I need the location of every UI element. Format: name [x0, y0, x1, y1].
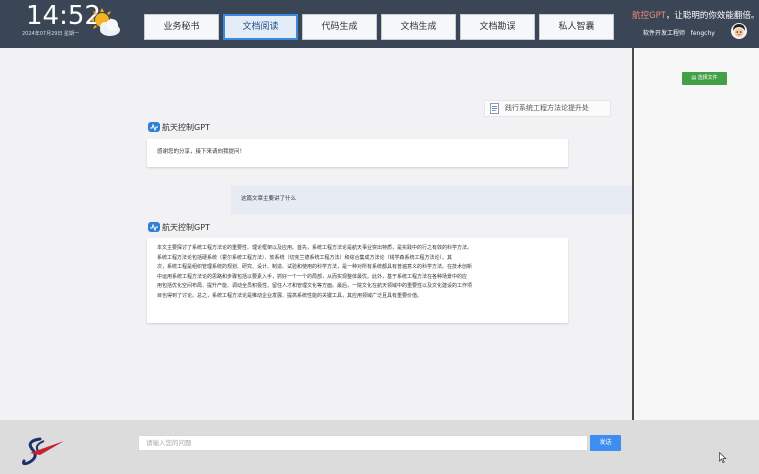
select-file-button[interactable]: ▤ 选择文件 [682, 72, 727, 85]
brand-slogan: 航控GPT，让聪明的你效能翻倍。 [632, 9, 759, 21]
tab-document-reading[interactable]: 文档阅读 [223, 14, 298, 40]
question-input[interactable]: 请输入您的问题 [138, 435, 588, 451]
user-message: 这篇文章主要讲了什么 [231, 186, 632, 214]
assistant-name: 航天控制GPT [148, 222, 210, 233]
assistant-name: 航天控制GPT [148, 122, 210, 133]
message-line: 目也得到了讨论。总之，系统工程方法论是推动企业发展、提高系统性能的关键工具，其应… [157, 292, 423, 299]
message-text: 感谢您的分享，接下来请向我提问！ [157, 149, 246, 155]
file-panel [634, 48, 759, 420]
select-file-label: 选择文件 [697, 75, 718, 81]
brand-name: 航控GPT [632, 11, 666, 21]
message-line: 本文主要探讨了系统工程方法论的重要性、理论框架以及应用。首先，系统工程方法论是航… [157, 245, 473, 251]
user-info: 软件开发工程师 fengchy [643, 28, 715, 37]
message-line: 次，系统工程是组织管理系统的规划、研究、设计、制造、试验和使用的科学方法，是一种… [157, 264, 473, 271]
company-logo-icon [22, 437, 64, 466]
message-line: 系统工程方法论包括硬系统（霍尔系统工程方法）、软系统（切克兰德系统工程方法）和综… [157, 254, 453, 261]
send-button[interactable]: 发送 [590, 435, 621, 451]
assistant-message: 感谢您的分享，接下来请向我提问！ [147, 139, 568, 167]
clock-date: 2024年07月29日 星期一 [22, 31, 80, 37]
assistant-logo-icon [148, 122, 160, 132]
message-text: 这篇文章主要讲了什么 [241, 196, 297, 202]
tab-document-generation[interactable]: 文档生成 [381, 14, 456, 40]
mouse-pointer-icon [719, 452, 727, 463]
weather-sun-cloud-icon [90, 8, 120, 36]
tab-document-proofreading[interactable]: 文档勘误 [460, 14, 535, 40]
file-reference-name: 践行系统工程方法论提升处 [505, 104, 589, 112]
user-name: fengchy [690, 30, 715, 37]
message-line: 用包括优化空间布局、提升产能、调动全员积极性、留住人才和管理文化等方面。最后，一… [157, 283, 473, 290]
avatar-icon[interactable] [731, 23, 747, 39]
brand-slogan-text: ，让聪明的你效能翻倍。 [665, 11, 759, 21]
tab-business-secretary[interactable]: 业务秘书 [144, 14, 219, 40]
message-line: 中运用系统工程方法论的思路和步骤包括以要素入手，抓好一个一个的局部，从而实现整体… [157, 273, 468, 280]
user-role: 软件开发工程师 [643, 30, 686, 37]
tab-personal-think-tank[interactable]: 私人智囊 [539, 14, 614, 40]
assistant-logo-icon [148, 222, 160, 232]
file-reference-card[interactable]: 践行系统工程方法论提升处 [484, 100, 611, 117]
file-icon: ▤ [691, 75, 697, 81]
assistant-name-label: 航天控制GPT [162, 123, 210, 132]
assistant-message: 本文主要探讨了系统工程方法论的重要性、理论框架以及应用。首先，系统工程方法论是航… [147, 238, 568, 323]
assistant-name-label: 航天控制GPT [162, 223, 210, 232]
tab-code-generation[interactable]: 代码生成 [302, 14, 377, 40]
document-icon [490, 102, 499, 114]
